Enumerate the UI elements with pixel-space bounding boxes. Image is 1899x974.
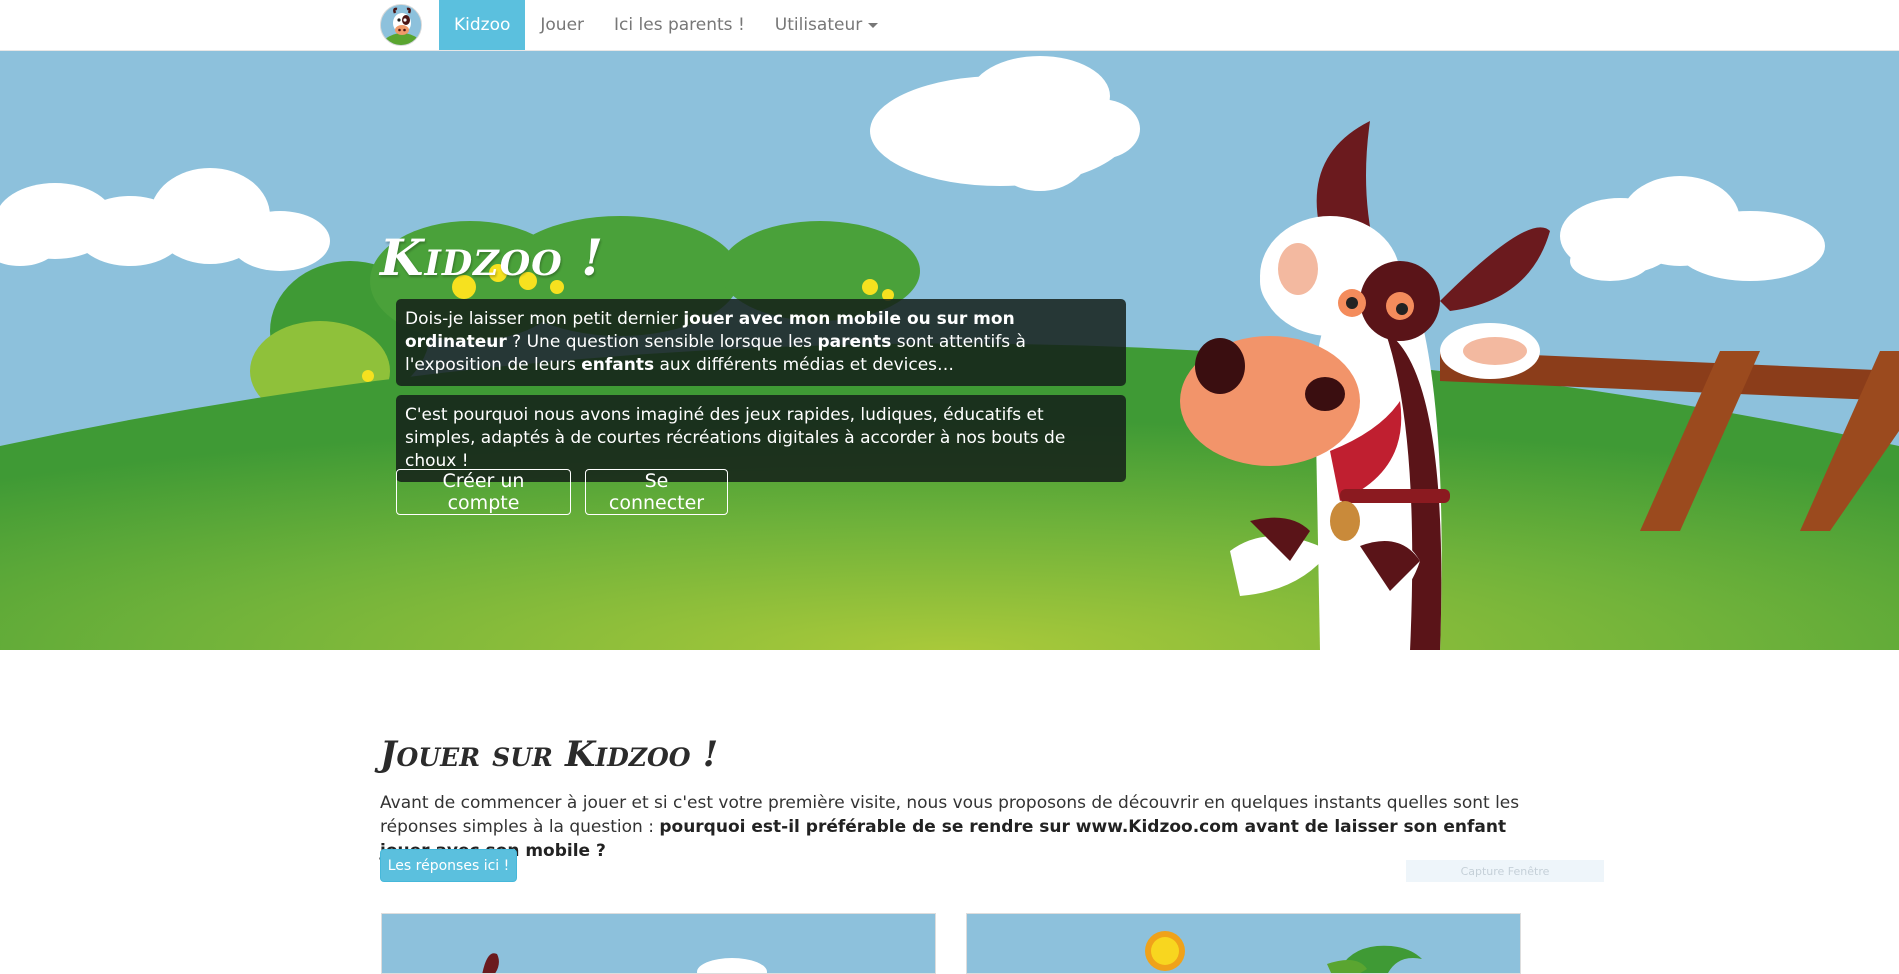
capture-window-label: Capture Fenêtre (1406, 860, 1604, 882)
nav-item-parents[interactable]: Ici les parents ! (599, 0, 760, 50)
hero-intro-box: Dois-je laisser mon petit dernier jouer … (396, 299, 1126, 386)
hero-purpose-text: C'est pourquoi nous avons imaginé des je… (405, 405, 1066, 471)
clouds (0, 56, 1825, 281)
hero-intro-bold-children: enfants (581, 355, 655, 375)
hero-intro-bold-parents: parents (817, 332, 892, 352)
nav-item-kidzoo[interactable]: Kidzoo (439, 0, 526, 50)
game-card[interactable] (966, 913, 1521, 974)
section-title: Jouer sur Kidzoo ! (380, 734, 719, 775)
login-button[interactable]: Se connecter (585, 469, 728, 515)
answers-button[interactable]: Les réponses ici ! (380, 849, 517, 882)
nav-item-utilisateur-label: Utilisateur (774, 15, 863, 35)
brand-logo-link[interactable] (380, 0, 439, 50)
game-card[interactable] (381, 913, 936, 974)
top-navbar: Kidzoo Jouer Ici les parents ! Utilisate… (0, 0, 1899, 51)
nav-item-utilisateur[interactable]: Utilisateur (760, 0, 893, 50)
game-card-image (1145, 931, 1422, 973)
section-description: Avant de commencer à jouer et si c'est v… (380, 791, 1530, 863)
game-card-image (482, 953, 767, 973)
nav-item-jouer[interactable]: Jouer (525, 0, 599, 50)
hero-intro-text: ? Une question sensible lorsque les (506, 332, 818, 352)
hero-banner: Kidzoo ! Dois-je laisser mon petit derni… (0, 51, 1899, 650)
hero-title: Kidzoo ! (380, 228, 605, 287)
caret-down-icon (868, 22, 879, 28)
nav-container: Kidzoo Jouer Ici les parents ! Utilisate… (380, 0, 893, 50)
hero-intro-text: aux différents médias et devices… (654, 355, 955, 375)
create-account-button[interactable]: Créer un compte (396, 469, 571, 515)
hero-intro-text: Dois-je laisser mon petit dernier (405, 309, 684, 329)
cow-logo-icon (380, 4, 422, 46)
